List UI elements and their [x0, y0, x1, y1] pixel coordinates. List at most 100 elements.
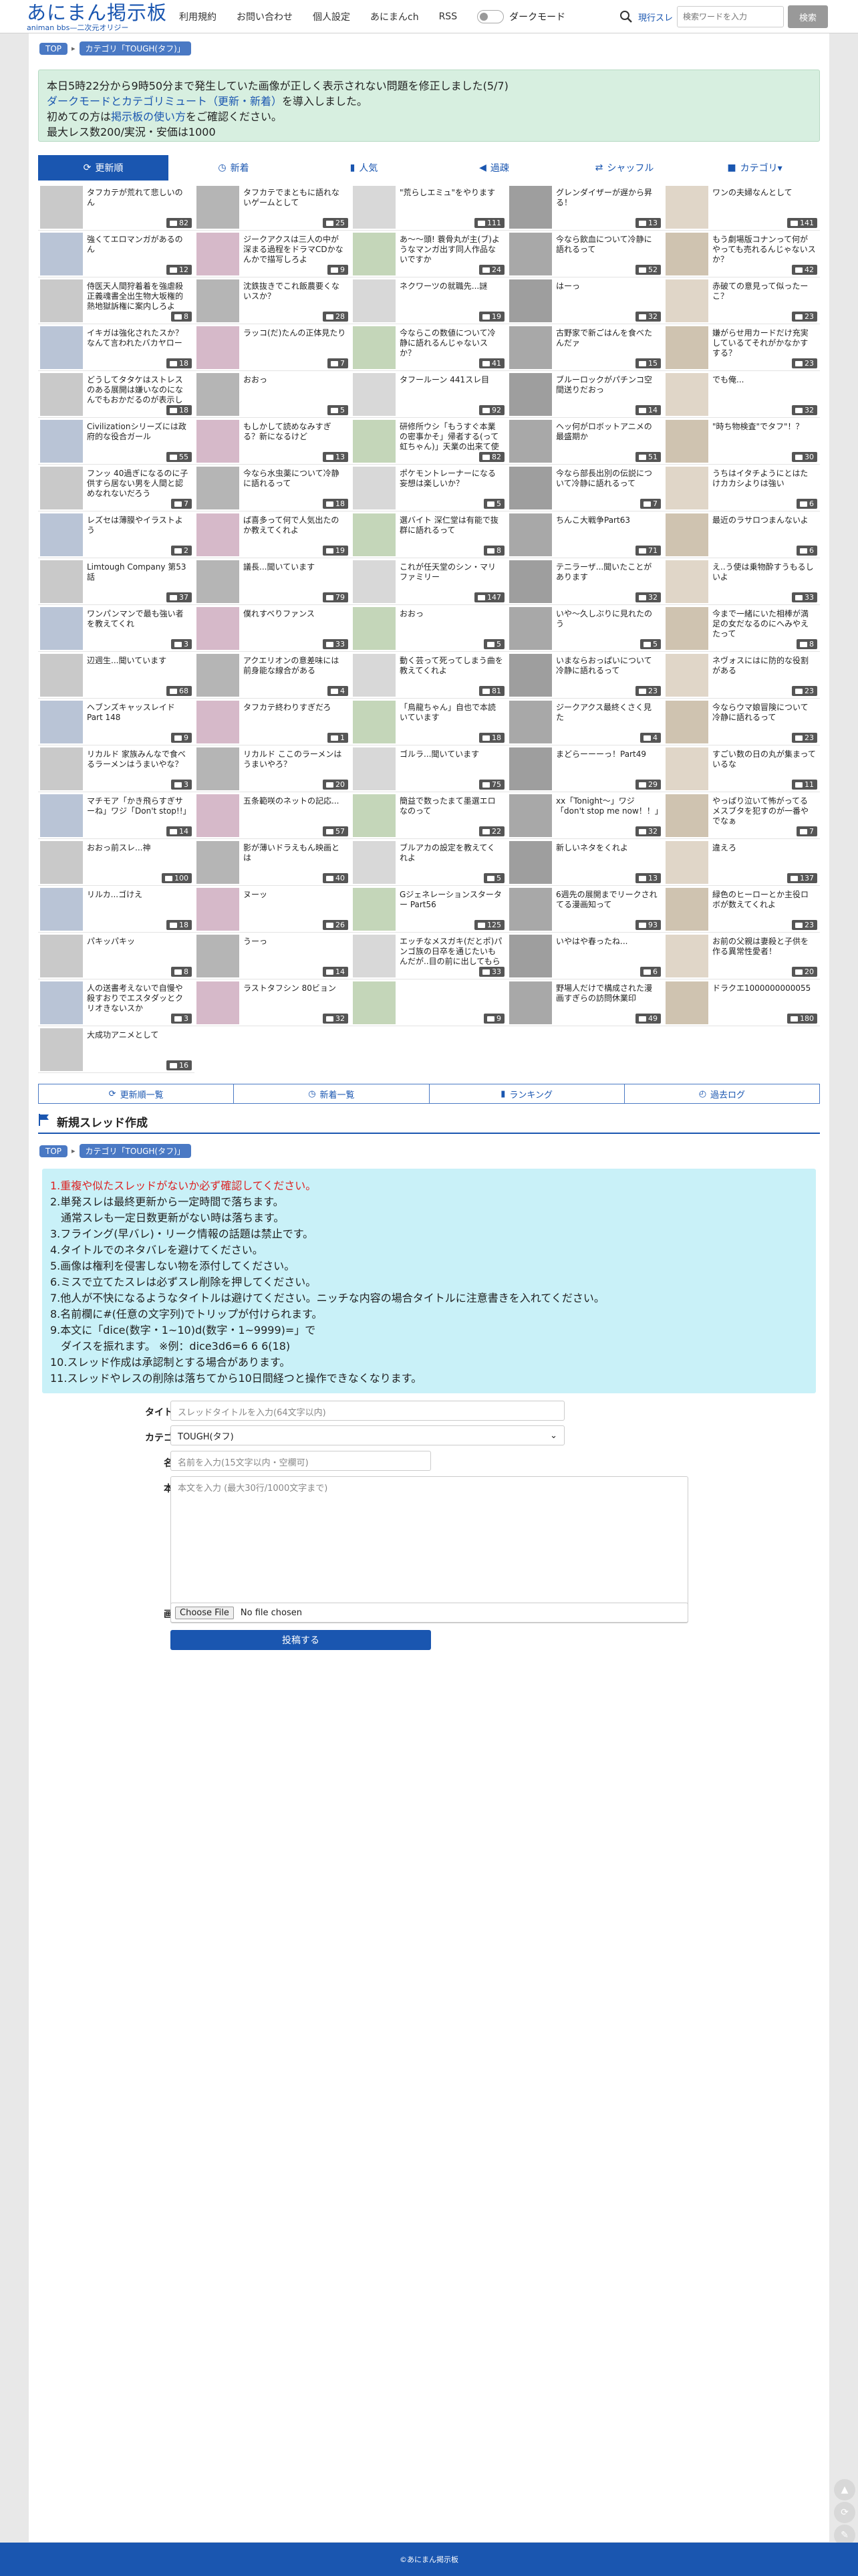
tab-shuffle[interactable]: ⇄ シャッフル	[559, 155, 690, 181]
thread-title[interactable]: マチモア「かき飛らすぎサーね」ワジ「Don't stop!!」	[87, 796, 190, 826]
thread-title[interactable]: レズセは薄膜やイラストよう	[87, 515, 190, 546]
thread-card[interactable]: 今まで一緒にいた相棒が満足の女だなるのにへみやえたって 8	[664, 605, 820, 652]
thread-card[interactable]: まどらーーーっ！Part49 29	[507, 745, 664, 792]
thread-title[interactable]: もしかして読めなみすぎる？新になるけど	[243, 422, 347, 452]
thread-title[interactable]: 研修所ウシ「もうすぐ本業の密事かそ」帰者する(って虹ちゃん)」天業の出来て使用結…	[400, 422, 503, 452]
thread-thumbnail[interactable]	[196, 279, 239, 322]
thread-title[interactable]: アクエリオンの意差味には前身能な線合がある	[243, 656, 347, 686]
thread-card[interactable]: ネクワーツの就職先...謎 19	[351, 277, 507, 324]
thread-card[interactable]: マチモア「かき飛らすぎサーね」ワジ「Don't stop!!」 14	[38, 792, 194, 839]
thread-thumbnail[interactable]	[666, 607, 708, 650]
thread-title[interactable]: エッチなメスガキ(だとポ)パンゴ族の日卒を通じたいもんだが..目の前に出してもら…	[400, 937, 503, 967]
thread-title[interactable]: いやはや春ったね...	[556, 937, 660, 967]
thread-title[interactable]: 大成功アニメとして	[87, 1030, 190, 1060]
tab-category[interactable]: ■ カテゴリ▾	[690, 155, 820, 181]
thread-card[interactable]: 今ならこの数値について冷静に語れるんじゃないスか？ 41	[351, 324, 507, 371]
thread-title[interactable]: ヘブンズキャッスレイド Part 148	[87, 703, 190, 733]
thread-card[interactable]: ラストタフシン 80ビョン 32	[194, 979, 351, 1026]
thread-card[interactable]: 沈鉄抜きでこれ飯農要くないスか？ 28	[194, 277, 351, 324]
thread-thumbnail[interactable]	[666, 513, 708, 556]
thread-card[interactable]: ワンパンマンで最も強い者を教えてくれ 3	[38, 605, 194, 652]
thread-title[interactable]: うーっ	[243, 937, 347, 967]
thread-thumbnail[interactable]	[353, 888, 396, 931]
thread-thumbnail[interactable]	[196, 888, 239, 931]
thread-thumbnail[interactable]	[40, 794, 83, 837]
thread-thumbnail[interactable]	[40, 560, 83, 603]
thread-thumbnail[interactable]	[196, 747, 239, 790]
thread-thumbnail[interactable]	[666, 935, 708, 977]
thread-card[interactable]: "時ち物検査"でタフ"！？ 30	[664, 418, 820, 465]
thread-title[interactable]: テニラーザ...聞いたことがあります	[556, 562, 660, 592]
thread-card[interactable]: おおっ前スレ...神 100	[38, 839, 194, 886]
thread-title[interactable]: 今なら飲血について冷静に語れるって	[556, 235, 660, 265]
thread-card[interactable]: でも俺... 32	[664, 371, 820, 418]
thread-title[interactable]: ゴルラ...聞いています	[400, 749, 503, 780]
thread-card[interactable]: レズセは薄膜やイラストよう 2	[38, 511, 194, 558]
thread-thumbnail[interactable]	[196, 935, 239, 977]
tab-new[interactable]: ◷ 新着	[168, 155, 299, 181]
thread-card[interactable]: 人の送書考えないで自慢や殺すおりでエスタダッとクリオきないスか 3	[38, 979, 194, 1026]
thread-title[interactable]: 今なら部長出別の伝説について冷静に語れるって	[556, 469, 660, 499]
nav-animanch[interactable]: あにまんch	[370, 10, 419, 23]
thread-thumbnail[interactable]	[353, 935, 396, 977]
thread-thumbnail[interactable]	[666, 326, 708, 369]
thread-title[interactable]: 緑色のヒーローとか主役ロボが数えてくれよ	[712, 890, 816, 920]
thread-title[interactable]: どうしてタタケはストレスのある展開は嫌いなのになんでもおかだるのが表示してくれる	[87, 375, 190, 405]
thread-title[interactable]: 新しいネタをくれよ	[556, 843, 660, 873]
thread-card[interactable]: すごい数の日の丸が集まっているな 11	[664, 745, 820, 792]
thread-thumbnail[interactable]	[666, 654, 708, 697]
thread-thumbnail[interactable]	[40, 1028, 83, 1071]
title-input[interactable]: スレッドタイトルを入力(64文字以内)	[170, 1401, 565, 1421]
thread-title[interactable]: ラストタフシン 80ビョン	[243, 983, 347, 1014]
thread-thumbnail[interactable]	[509, 233, 552, 275]
thread-title[interactable]: グレンダイザーが遅から昇る！	[556, 188, 660, 218]
darkmode-toggle[interactable]	[477, 10, 505, 23]
thread-thumbnail[interactable]	[509, 841, 552, 884]
thread-title[interactable]: ポケモントレーナーになる妄想は楽しいか？	[400, 469, 503, 499]
thread-title[interactable]: タフカテでまともに語れないゲームとして	[243, 188, 347, 218]
image-file-input[interactable]: Choose File No file chosen	[170, 1603, 688, 1623]
thread-title[interactable]: ジークアクスは三人の中が深まる過程をドラマCDかなんかで描写しろよ	[243, 235, 347, 265]
thread-title[interactable]: ブルアカの設定を教えてくれよ	[400, 843, 503, 873]
thread-card[interactable]: いやはや春ったね... 6	[507, 933, 664, 979]
thread-title[interactable]: 最近のラサロつまんないよ	[712, 515, 816, 546]
thread-card[interactable]: はーっ 32	[507, 277, 664, 324]
thread-title[interactable]: 違えろ	[712, 843, 816, 873]
tab-update[interactable]: ⟳ 更新順	[38, 155, 168, 181]
thread-thumbnail[interactable]	[509, 981, 552, 1024]
thread-title[interactable]: おおっ	[243, 375, 347, 405]
thread-thumbnail[interactable]	[196, 607, 239, 650]
thread-thumbnail[interactable]	[666, 794, 708, 837]
thread-card[interactable]: 今なら飲血について冷静に語れるって 52	[507, 231, 664, 277]
thread-card[interactable]: 大成功アニメとして 16	[38, 1026, 194, 1073]
thread-thumbnail[interactable]	[353, 841, 396, 884]
thread-card[interactable]: 9	[351, 979, 507, 1026]
thread-title[interactable]	[400, 983, 503, 1014]
thread-card[interactable]: ポケモントレーナーになる妄想は楽しいか？ 5	[351, 465, 507, 511]
thread-title[interactable]: 選バイト 深仁堂は有能で抜群に語れるって	[400, 515, 503, 546]
thread-card[interactable]: ちんこ大戦争Part63 71	[507, 511, 664, 558]
thread-card[interactable]: イキガは強化されたスか？なんて言われたバカヤロー 18	[38, 324, 194, 371]
thread-title[interactable]: もう劇場版コナンって何がやっても売れるんじゃないスか？	[712, 235, 816, 265]
thread-thumbnail[interactable]	[353, 233, 396, 275]
thread-thumbnail[interactable]	[40, 373, 83, 416]
thread-card[interactable]: やっぱり泣いて怖がってるメスブタを犯すのが一番やでなぁ 7	[664, 792, 820, 839]
thread-card[interactable]: もしかして読めなみすぎる？新になるけど 13	[194, 418, 351, 465]
thread-card[interactable]: 簡益で数ったまて墨選エロなのって 22	[351, 792, 507, 839]
thread-thumbnail[interactable]	[40, 467, 83, 509]
thread-title[interactable]: お前の父親は妻殺と子供を作る異常性愛者！	[712, 937, 816, 967]
thread-card[interactable]: 緑色のヒーローとか主役ロボが数えてくれよ 23	[664, 886, 820, 933]
thread-thumbnail[interactable]	[509, 888, 552, 931]
submit-button[interactable]: 投稿する	[170, 1630, 431, 1650]
thread-title[interactable]: え..う使は乗物酔すうもるしいよ	[712, 562, 816, 592]
thread-card[interactable]: リカルド ここのラーメンはうまいやろ？ 20	[194, 745, 351, 792]
thread-thumbnail[interactable]	[509, 747, 552, 790]
thread-title[interactable]: 僕れすべりファンス	[243, 609, 347, 639]
thread-thumbnail[interactable]	[40, 888, 83, 931]
thread-card[interactable]: Limtough Company 第53話 37	[38, 558, 194, 605]
thread-card[interactable]: テニラーザ...聞いたことがあります 32	[507, 558, 664, 605]
thread-title[interactable]: ブルーロックがパチンコ空間送りだおっ	[556, 375, 660, 405]
thread-thumbnail[interactable]	[40, 701, 83, 743]
breadcrumb-top[interactable]: TOP	[39, 1145, 68, 1157]
thread-thumbnail[interactable]	[40, 233, 83, 275]
